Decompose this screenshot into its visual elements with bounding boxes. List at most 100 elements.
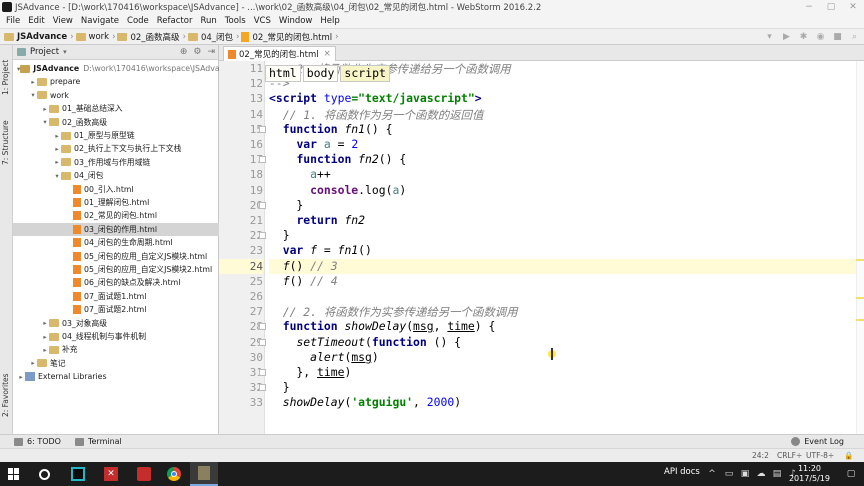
event-log-tab[interactable]: Event Log (791, 437, 844, 446)
search-button[interactable] (30, 462, 58, 486)
tree-file-item[interactable]: 07_面试题2.html (13, 303, 219, 316)
nav-crumb-file[interactable]: 02_常见的闭包.html › (241, 31, 339, 43)
menu-view[interactable]: View (49, 16, 77, 26)
structure-tool-tab[interactable]: 7: Structure (1, 120, 10, 165)
nav-crumb-functions[interactable]: 02_函数高级 › (117, 31, 186, 43)
fold-marker-icon[interactable] (259, 232, 266, 240)
taskbar-clock[interactable]: 11:20 2017/5/19 (789, 464, 830, 484)
lock-icon[interactable]: 🔒 (844, 451, 853, 460)
coverage-icon[interactable]: ◉ (815, 31, 826, 42)
tree-file-item[interactable]: 07_面试题1.html (13, 290, 219, 303)
taskbar-webstorm[interactable] (64, 462, 92, 486)
close-tab-icon[interactable]: × (324, 49, 331, 59)
maximize-icon[interactable]: ▢ (820, 0, 842, 14)
caret-position[interactable]: 24:2 (752, 451, 769, 460)
fold-marker-icon[interactable] (259, 156, 266, 164)
chevron-right-icon[interactable]: ▸ (17, 373, 25, 381)
network-icon[interactable]: ▤ (772, 469, 782, 479)
chevron-right-icon[interactable]: ▸ (29, 78, 37, 86)
display-icon[interactable]: ▣ (740, 469, 750, 479)
chevron-right-icon[interactable]: ▸ (41, 105, 49, 113)
chevron-down-icon[interactable]: ▾ (53, 172, 61, 180)
tree-folder-item[interactable]: ▾ 04_闭包 (13, 169, 219, 182)
project-tool-tab[interactable]: 1: Project (1, 60, 10, 95)
taskbar-xmind[interactable]: ✕ (97, 462, 125, 486)
tree-folder-item[interactable]: ▾ work (13, 89, 219, 102)
tree-folder-item[interactable]: ▾ 02_函数高级 (13, 116, 219, 129)
menu-tools[interactable]: Tools (221, 16, 250, 26)
menu-file[interactable]: File (2, 16, 24, 26)
nav-crumb-closure[interactable]: 04_闭包 › (187, 31, 239, 43)
tree-folder-item[interactable]: ▸ External Libraries (13, 370, 219, 383)
start-button[interactable] (0, 462, 28, 486)
run-config-icon[interactable]: ▾ (764, 31, 775, 42)
chevron-right-icon[interactable]: ▸ (41, 319, 49, 327)
debug-icon[interactable]: ✱ (798, 31, 809, 42)
nav-crumb-work[interactable]: work › (75, 32, 115, 42)
cloud-icon[interactable]: ☁ (756, 469, 766, 479)
taskbar-chrome[interactable] (160, 462, 188, 486)
editor-scrollbar[interactable] (856, 61, 864, 434)
tree-folder-item[interactable]: ▾ JSAdvance D:\work\170416\workspace\JSAdv… (13, 62, 234, 75)
project-view-selector[interactable]: Project (30, 47, 59, 57)
crumb-script[interactable]: script (340, 65, 390, 82)
chevron-right-icon[interactable]: ▸ (53, 145, 61, 153)
chevron-down-icon[interactable]: ▾ (41, 118, 49, 126)
tree-folder-item[interactable]: ▸ 02_执行上下文与执行上下文栈 (13, 142, 219, 155)
search-everywhere-icon[interactable]: ⌕ (849, 31, 860, 42)
tree-folder-item[interactable]: ▸ 01_原型与原型链 (13, 129, 219, 142)
tree-folder-item[interactable]: ▸ 补充 (13, 343, 219, 356)
crumb-html[interactable]: html (265, 65, 301, 82)
tree-folder-item[interactable]: ▸ 03_作用域与作用域链 (13, 156, 219, 169)
menu-refactor[interactable]: Refactor (153, 16, 197, 26)
fold-marker-icon[interactable] (259, 369, 266, 376)
menu-code[interactable]: Code (123, 16, 153, 26)
tree-file-item[interactable]: 00_引入.html (13, 183, 219, 196)
file-encoding[interactable]: UTF-8÷ (806, 451, 834, 460)
api-docs-label[interactable]: API docs (664, 467, 700, 477)
battery-icon[interactable]: ▭ (724, 469, 734, 479)
fold-marker-icon[interactable] (259, 125, 266, 133)
tree-file-item[interactable]: 06_闭包的缺点及解决.html (13, 276, 219, 289)
menu-help[interactable]: Help (316, 16, 343, 26)
tray-chevron-icon[interactable]: ^ (707, 469, 717, 479)
close-icon[interactable]: ✕ (842, 0, 864, 14)
tree-file-item[interactable]: 04_闭包的生命周期.html (13, 236, 219, 249)
favorites-tool-tab[interactable]: 2: Favorites (1, 373, 10, 417)
fold-marker-icon[interactable] (259, 338, 266, 346)
chevron-right-icon[interactable]: ▸ (41, 346, 49, 354)
tree-folder-item[interactable]: ▸ 01_基础总结深入 (13, 102, 219, 115)
tree-folder-item[interactable]: ▸ prepare (13, 75, 219, 88)
run-icon[interactable]: ▶ (781, 31, 792, 42)
menu-window[interactable]: Window (275, 16, 317, 26)
chevron-down-icon[interactable]: ▾ (63, 48, 67, 56)
minimize-icon[interactable]: − (798, 0, 820, 14)
notification-icon[interactable]: ▢ (846, 469, 856, 479)
sync-icon[interactable]: ⊕ (180, 47, 188, 57)
nav-crumb-project[interactable]: JSAdvance › (4, 32, 74, 42)
tree-file-item[interactable]: 02_常见的闭包.html (13, 209, 219, 222)
crumb-body[interactable]: body (302, 65, 339, 82)
tree-file-item[interactable]: 05_闭包的应用_自定义JS模块2.html (13, 263, 219, 276)
line-separator[interactable]: CRLF÷ (777, 451, 802, 460)
chevron-right-icon[interactable]: ▸ (53, 132, 61, 140)
menu-navigate[interactable]: Navigate (77, 16, 123, 26)
tree-file-item[interactable]: 05_闭包的应用_自定义JS模块.html (13, 250, 219, 263)
code-area[interactable]: 2. 将函数作为实参传递给另一个函数调用 --> <script type="t… (269, 61, 857, 434)
menu-edit[interactable]: Edit (24, 16, 48, 26)
menu-run[interactable]: Run (196, 16, 220, 26)
taskbar-ie[interactable] (130, 462, 158, 486)
settings-icon[interactable]: ⚙ (193, 47, 201, 57)
chevron-right-icon[interactable]: ▸ (29, 359, 37, 367)
chevron-down-icon[interactable]: ▾ (29, 91, 37, 99)
fold-marker-icon[interactable] (259, 323, 266, 331)
stop-icon[interactable]: ■ (832, 31, 843, 42)
fold-marker-icon[interactable] (259, 201, 266, 209)
chevron-right-icon[interactable]: ▸ (53, 158, 61, 166)
fold-marker-icon[interactable] (259, 384, 266, 392)
tree-file-item[interactable]: 01_理解闭包.html (13, 196, 219, 209)
menu-vcs[interactable]: VCS (250, 16, 275, 26)
todo-tab[interactable]: 6: TODO (14, 437, 61, 446)
tree-folder-item[interactable]: ▸ 笔记 (13, 357, 219, 370)
tree-folder-item[interactable]: ▸ 04_线程机制与事件机制 (13, 330, 219, 343)
